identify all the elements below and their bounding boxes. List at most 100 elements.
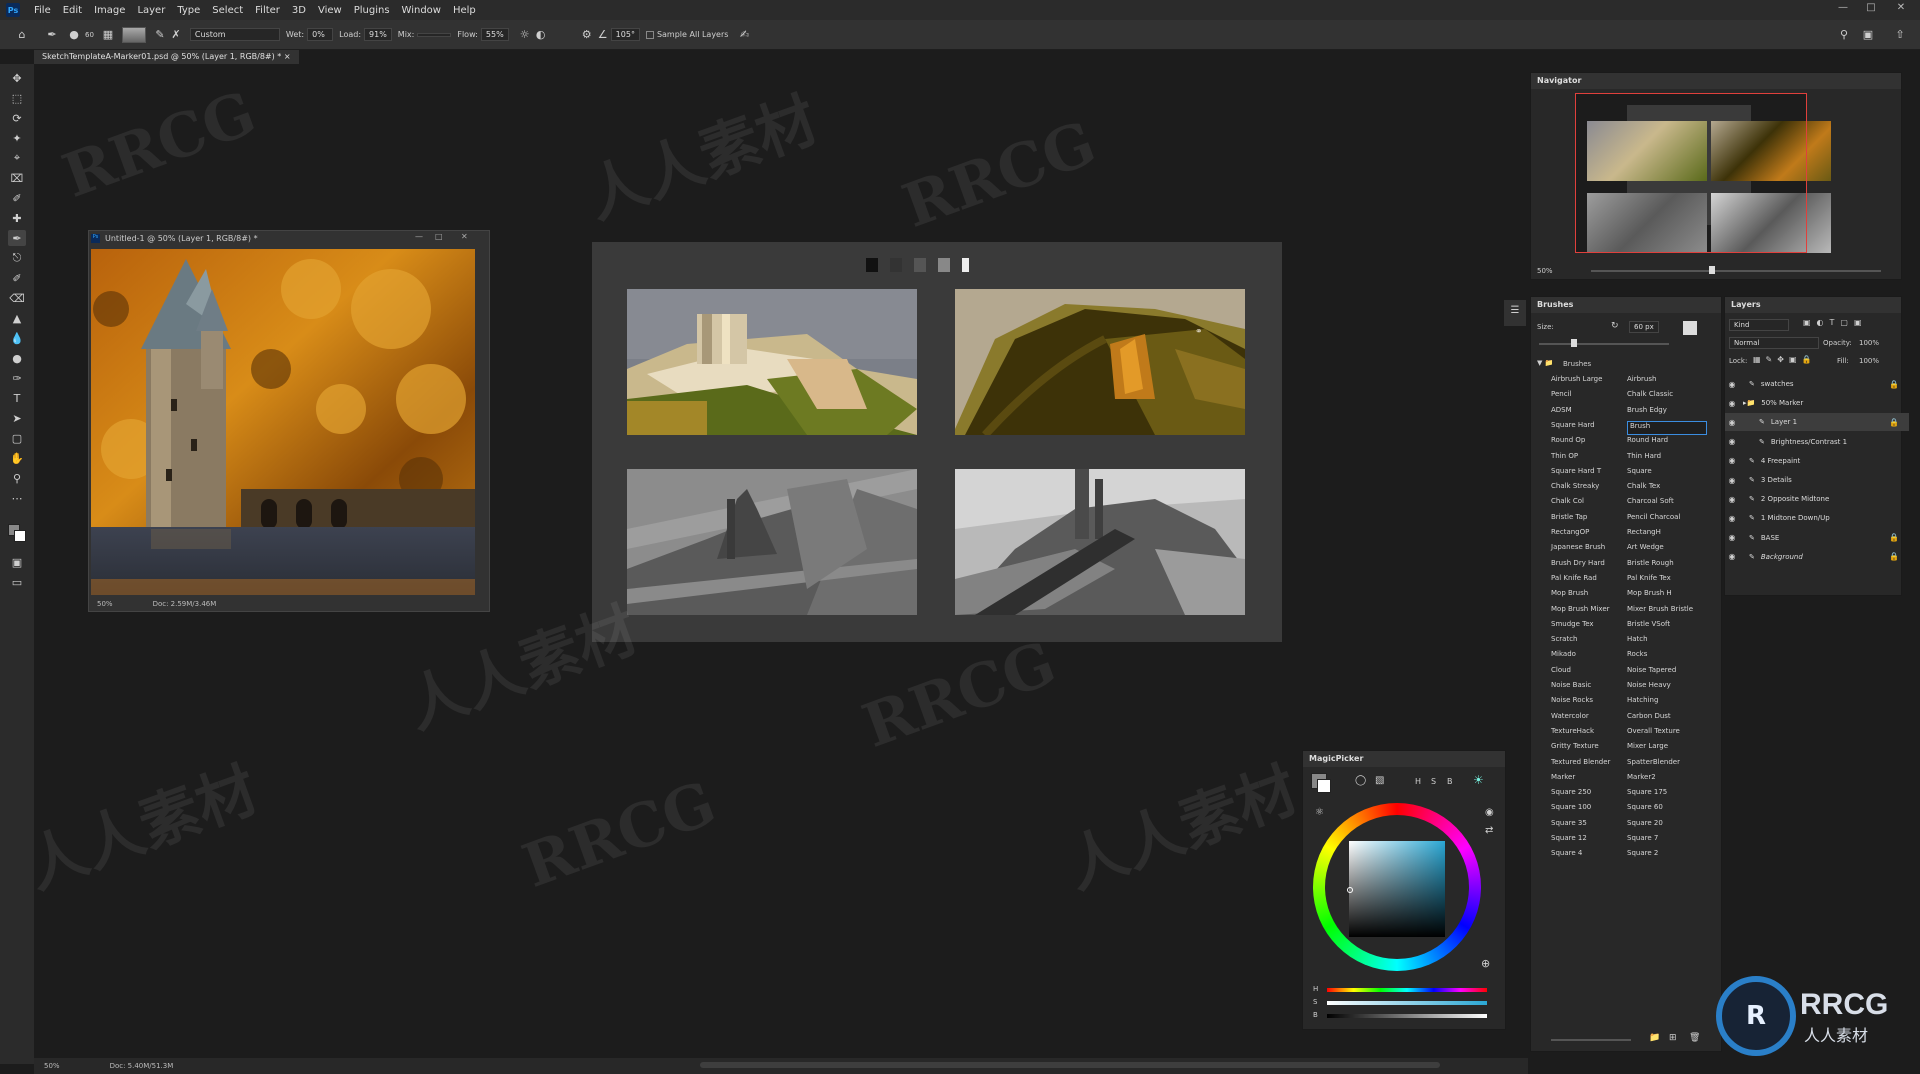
more-tools-icon[interactable]: ⋯ (8, 490, 26, 506)
flow-input[interactable]: 55% (480, 28, 509, 41)
mp-swap-icon[interactable]: ⇄ (1485, 825, 1493, 836)
brush-preset-item[interactable]: Brush Edgy (1627, 406, 1667, 420)
new-brush-icon[interactable]: ⊞ (1669, 1033, 1677, 1043)
tab-close-icon[interactable]: × (284, 52, 291, 61)
brush-preset-item[interactable]: Mikado (1551, 650, 1576, 664)
photo-minimize-icon[interactable]: — (415, 232, 423, 241)
brush-preset-item[interactable]: Thin Hard (1627, 452, 1661, 466)
brush-preset-item[interactable]: Overall Texture (1627, 727, 1680, 741)
brush-tool-icon[interactable]: ✒ (8, 230, 26, 246)
document-tab[interactable]: SketchTemplateA-Marker01.psd @ 50% (Laye… (34, 50, 299, 64)
brush-preset-item[interactable]: Square 175 (1627, 788, 1667, 802)
search-icon[interactable]: ⚲ (1836, 27, 1852, 43)
visibility-eye-icon[interactable]: ◉ (1725, 514, 1739, 523)
brush-preset-icon[interactable]: ● (66, 27, 82, 43)
visibility-eye-icon[interactable]: ◉ (1725, 552, 1739, 561)
reference-photo-window[interactable]: Ps Untitled-1 @ 50% (Layer 1, RGB/8#) * … (88, 230, 490, 612)
layer-row[interactable]: ◉ ▸📁 50% Marker (1725, 394, 1909, 412)
brush-preset-item[interactable]: Square 2 (1627, 849, 1658, 863)
eyedropper-tool-icon[interactable]: ✐ (8, 190, 26, 206)
brush-preset-item[interactable]: Gritty Texture (1551, 742, 1599, 756)
type-tool-icon[interactable]: T (8, 390, 26, 406)
mp-color-cursor[interactable] (1347, 887, 1353, 893)
brush-preset-item[interactable]: RectangOP (1551, 528, 1589, 542)
current-color-swatch[interactable] (121, 26, 146, 43)
menu-type[interactable]: Type (171, 5, 206, 16)
lasso-tool-icon[interactable]: ⟳ (8, 110, 26, 126)
angle-input[interactable]: 105° (610, 28, 640, 41)
brush-preset-item[interactable]: Rocks (1627, 650, 1647, 664)
brush-preset-item[interactable]: Round Op (1551, 436, 1585, 450)
brush-preset-item[interactable]: Square 20 (1627, 819, 1663, 833)
reset-size-icon[interactable]: ↻ (1611, 321, 1619, 331)
share-icon[interactable]: ⇧ (1892, 27, 1908, 43)
blend-mode-select[interactable]: Normal (1729, 337, 1819, 349)
brush-preset-item[interactable]: Charcoal Soft (1627, 497, 1674, 511)
gear-icon[interactable]: ⚙ (579, 27, 595, 43)
visibility-eye-icon[interactable]: ◉ (1725, 476, 1739, 485)
brush-preset-item[interactable]: TextureHack (1551, 727, 1594, 741)
minimize-icon[interactable]: — (1830, 2, 1856, 18)
clean-brush-icon[interactable]: ✗ (168, 27, 184, 43)
layer-filter-kind[interactable]: Kind (1729, 319, 1789, 331)
brush-preset-item[interactable]: Noise Rocks (1551, 696, 1593, 710)
brush-preset-item[interactable]: Pencil Charcoal (1627, 513, 1680, 527)
close-icon[interactable]: ✕ (1888, 2, 1914, 18)
mp-saturation-slider[interactable] (1327, 1001, 1487, 1005)
lock-icons[interactable]: ▦✎✥▣🔒 (1753, 355, 1816, 364)
mp-settings-icon[interactable]: ☀ (1473, 773, 1484, 787)
marquee-tool-icon[interactable]: ⬚ (8, 90, 26, 106)
menu-layer[interactable]: Layer (131, 5, 171, 16)
layer-row[interactable]: ◉ ✎ 3 Details (1725, 471, 1909, 489)
properties-dock-icon[interactable]: ☰ (1504, 300, 1526, 326)
wet-input[interactable]: 0% (307, 28, 334, 41)
brush-preset-item[interactable]: Square 100 (1551, 803, 1591, 817)
blend-preset-select[interactable]: Custom (189, 28, 280, 41)
menu-help[interactable]: Help (447, 5, 482, 16)
brush-preset-item[interactable]: Mixer Brush Bristle (1627, 605, 1693, 619)
pen-tool-icon[interactable]: ✑ (8, 370, 26, 386)
mp-target-icon[interactable]: ⊕ (1481, 957, 1490, 970)
visibility-eye-icon[interactable]: ◉ (1725, 456, 1739, 465)
blur-tool-icon[interactable]: 💧 (8, 330, 26, 346)
mp-harmony-icon[interactable]: ⚛ (1315, 807, 1324, 818)
brush-preset-item[interactable]: Noise Basic (1551, 681, 1591, 695)
brush-preset-item[interactable]: Square 60 (1627, 803, 1663, 817)
brush-preset-item[interactable]: Hatching (1627, 696, 1658, 710)
horizontal-scrollbar[interactable] (700, 1062, 1440, 1068)
magic-wand-tool-icon[interactable]: ✦ (8, 130, 26, 146)
mp-mode-b[interactable]: B (1447, 777, 1453, 786)
brush-preset-item[interactable]: SpatterBlender (1627, 758, 1680, 772)
menu-plugins[interactable]: Plugins (348, 5, 396, 16)
brush-preset-item[interactable]: Airbrush Large (1551, 375, 1602, 389)
path-selection-tool-icon[interactable]: ➤ (8, 410, 26, 426)
layer-row[interactable]: ◉ ✎ Brightness/Contrast 1 (1725, 433, 1909, 451)
brush-preset-item[interactable]: Marker (1551, 773, 1575, 787)
menu-view[interactable]: View (312, 5, 348, 16)
menu-file[interactable]: File (28, 5, 57, 16)
brush-preset-item[interactable]: Round Hard (1627, 436, 1668, 450)
mp-wheel-mode-icon[interactable]: ◯ (1355, 775, 1366, 786)
brush-thumb-size-slider[interactable] (1551, 1039, 1631, 1041)
brush-preset-item[interactable]: Chalk Tex (1627, 482, 1660, 496)
mp-eyedropper-icon[interactable]: ◉ (1485, 807, 1494, 818)
brush-preset-item[interactable]: Pencil (1551, 390, 1571, 404)
mp-background-swatch[interactable] (1317, 779, 1331, 793)
brush-preset-item[interactable]: Textured Blender (1551, 758, 1610, 772)
visibility-eye-icon[interactable]: ◉ (1725, 437, 1739, 446)
hand-tool-icon[interactable]: ✋ (8, 450, 26, 466)
crop-tool-icon[interactable]: ⌖ (8, 150, 26, 166)
layer-row[interactable]: ◉ ✎ Background 🔒 (1725, 548, 1909, 566)
visibility-eye-icon[interactable]: ◉ (1725, 533, 1739, 542)
menu-filter[interactable]: Filter (249, 5, 286, 16)
visibility-eye-icon[interactable]: ◉ (1725, 418, 1739, 427)
layer-row[interactable]: ◉ ✎ 2 Opposite Midtone (1725, 490, 1909, 508)
zoom-tool-icon[interactable]: ⚲ (8, 470, 26, 486)
navigator-zoom-slider[interactable] (1591, 270, 1881, 272)
load-input[interactable]: 91% (364, 28, 392, 41)
background-color-swatch[interactable] (14, 530, 26, 542)
brush-preset-item[interactable]: Square 250 (1551, 788, 1591, 802)
brush-preset-item[interactable]: Square Hard (1551, 421, 1595, 435)
brush-preset-item[interactable]: Square (1627, 467, 1652, 481)
brush-preset-item[interactable]: Mixer Large (1627, 742, 1668, 756)
